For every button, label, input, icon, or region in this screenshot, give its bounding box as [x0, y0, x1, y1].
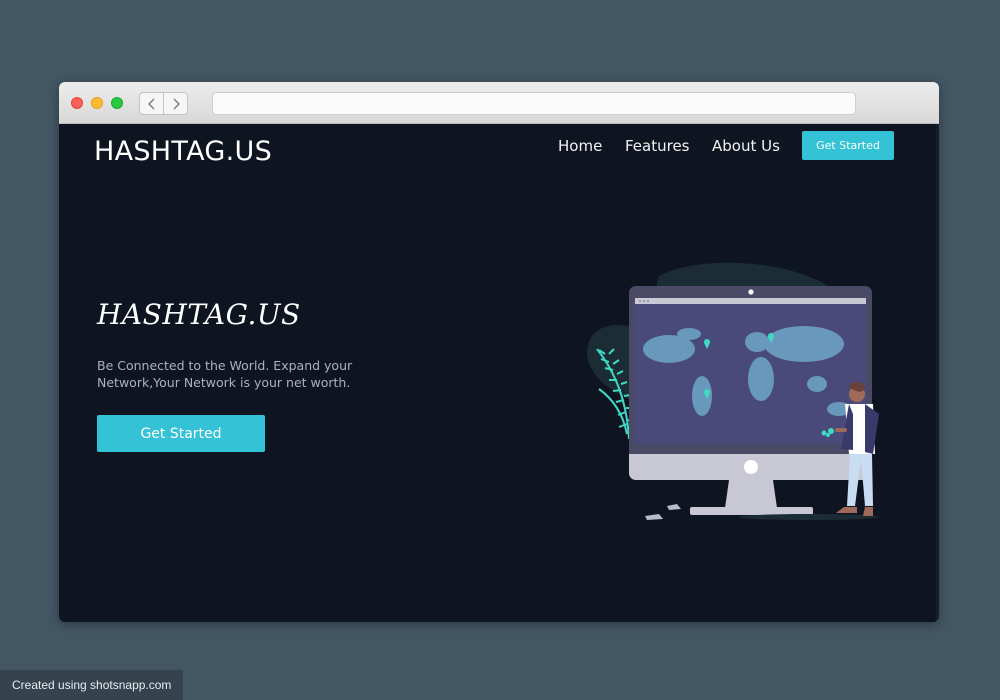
browser-titlebar: [59, 82, 939, 124]
browser-window: HASHTAG.US Home Features About Us Get St…: [59, 82, 939, 622]
brand-logo[interactable]: HASHTAG.US: [94, 136, 272, 167]
close-window-button[interactable]: [71, 97, 83, 109]
forward-chevron-icon: [173, 98, 180, 109]
back-button[interactable]: [140, 93, 163, 114]
nav-features[interactable]: Features: [625, 137, 690, 155]
nav-home[interactable]: Home: [558, 137, 602, 155]
minimize-window-button[interactable]: [91, 97, 103, 109]
hero-get-started-button[interactable]: Get Started: [97, 415, 265, 452]
history-buttons: [139, 92, 188, 115]
nav-about-us[interactable]: About Us: [712, 137, 780, 155]
scrollbar-track[interactable]: [936, 124, 939, 622]
rock: [667, 504, 681, 510]
hero-description: Be Connected to the World. Expand your N…: [97, 358, 353, 390]
back-chevron-icon: [147, 98, 155, 109]
monitor-illustration: [587, 262, 879, 520]
forward-button[interactable]: [163, 93, 187, 114]
monitor-icon: [629, 286, 872, 515]
header-get-started-button[interactable]: Get Started: [802, 131, 894, 160]
webpage: HASHTAG.US Home Features About Us Get St…: [59, 124, 939, 622]
watermark-label: Created using shotsnapp.com: [0, 670, 183, 700]
address-bar[interactable]: [212, 92, 856, 115]
maximize-window-button[interactable]: [111, 97, 123, 109]
rock: [645, 514, 663, 520]
hero-title: HASHTAG.US: [97, 298, 301, 331]
